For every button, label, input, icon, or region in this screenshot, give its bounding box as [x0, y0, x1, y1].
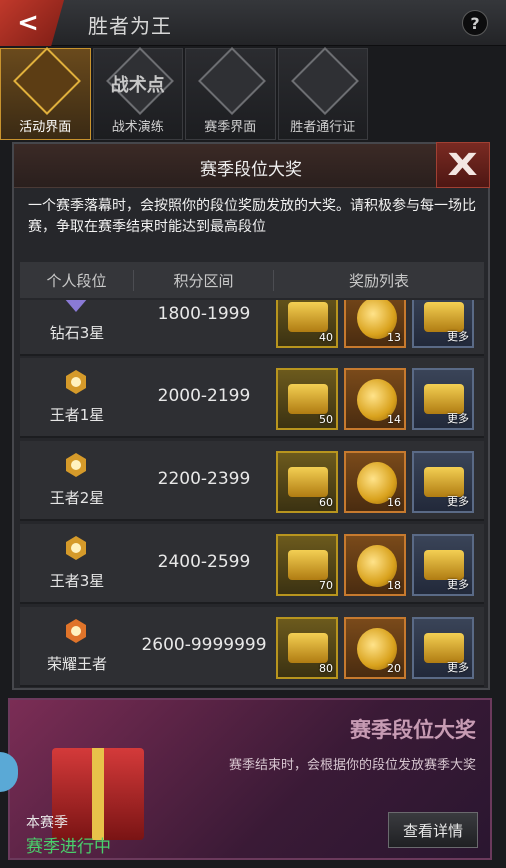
- king-rank-icon: [66, 536, 86, 560]
- king-rank-icon: [66, 370, 86, 394]
- score-range: 1800-1999: [157, 304, 251, 324]
- tab-pass[interactable]: 胜者通行证: [277, 47, 368, 140]
- reward-coin[interactable]: 13: [344, 300, 406, 348]
- reward-count: 60: [319, 496, 333, 509]
- season-label: 本赛季: [26, 815, 68, 831]
- rank-name: 王者2星: [49, 489, 105, 507]
- treasure-chest-icon: [288, 467, 328, 497]
- more-label: 更多: [447, 661, 469, 674]
- dialog-title: 赛季段位大奖: [200, 160, 302, 180]
- reward-count: 18: [387, 579, 401, 592]
- cup-card-emblem-icon: [290, 47, 359, 115]
- reward-coin[interactable]: 14: [344, 368, 406, 430]
- score-range: 2200-2399: [157, 469, 251, 489]
- dialog-description: 一个赛季落幕时，会按照你的段位奖励发放的大奖。请积极参与每一场比赛，争取在赛季结…: [28, 198, 476, 235]
- column-header-score: 积分区间: [134, 269, 274, 291]
- treasure-chest-icon: [288, 633, 328, 663]
- table-row: 王者1星 2000-2199 50 14 更多: [20, 358, 484, 438]
- reward-coin[interactable]: 20: [344, 617, 406, 679]
- reward-more[interactable]: 更多: [412, 617, 474, 679]
- treasure-chest-icon: [288, 384, 328, 414]
- reward-more[interactable]: 更多: [412, 368, 474, 430]
- table-row: 王者2星 2200-2399 60 16 更多: [20, 441, 484, 521]
- help-button[interactable]: ?: [462, 10, 488, 36]
- reward-chest[interactable]: 80: [276, 617, 338, 679]
- rank-name: 荣耀王者: [46, 655, 107, 673]
- banner-description: 赛季结束时，会根据你的段位发放赛季大奖: [228, 758, 476, 773]
- more-label: 更多: [447, 412, 469, 425]
- table-row: 钻石3星 1800-1999 40 13 更多: [20, 300, 484, 356]
- king-rank-icon: [66, 453, 86, 477]
- reward-count: 16: [387, 496, 401, 509]
- tab-activity[interactable]: 活动界面: [0, 47, 91, 140]
- table-row: 王者3星 2400-2599 70 18 更多: [20, 524, 484, 604]
- trophy-emblem-icon: [13, 47, 81, 115]
- glory-king-rank-icon: [66, 619, 86, 643]
- tab-label: 胜者通行证: [290, 120, 356, 135]
- score-range: 2000-2199: [157, 386, 251, 406]
- rank-name: 王者1星: [49, 406, 105, 424]
- reward-chest[interactable]: 70: [276, 534, 338, 596]
- diamond-rank-icon: [65, 300, 87, 312]
- reward-count: 40: [319, 331, 333, 344]
- close-icon: X: [447, 147, 479, 183]
- treasure-chest-icon: [288, 550, 328, 580]
- score-range: 2400-2599: [157, 552, 251, 572]
- tab-label: 战术演练: [111, 120, 164, 135]
- table-row: 荣耀王者 2600-9999999 80 20 更多: [20, 607, 484, 687]
- season-reward-banner: 赛季段位大奖 赛季结束时，会根据你的段位发放赛季大奖 本赛季 赛季进行中 查看详…: [8, 698, 492, 860]
- close-button[interactable]: X: [436, 142, 490, 188]
- rank-name: 钻石3星: [49, 324, 105, 342]
- rank-reward-dialog: 赛季段位大奖 X 一个赛季落幕时，会按照你的段位奖励发放的大奖。请积极参与每一场…: [12, 142, 490, 690]
- more-label: 更多: [447, 330, 469, 343]
- rank-name: 王者3星: [49, 572, 105, 590]
- view-details-button[interactable]: 查看详情: [388, 812, 478, 848]
- back-button[interactable]: <: [0, 0, 64, 46]
- tab-label: 活动界面: [19, 120, 72, 135]
- scroll-emblem-icon: [198, 47, 266, 115]
- reward-chest[interactable]: 50: [276, 368, 338, 430]
- page-title: 胜者为王: [88, 14, 172, 38]
- reward-count: 70: [319, 579, 333, 592]
- reward-count: 50: [319, 413, 333, 426]
- more-label: 更多: [447, 495, 469, 508]
- reward-more[interactable]: 更多: [412, 300, 474, 348]
- tab-tactics[interactable]: 战术点 战术演练: [92, 47, 183, 140]
- tab-bar: 活动界面 战术点 战术演练 赛季界面 胜者通行证: [0, 47, 370, 140]
- column-header-rank: 个人段位: [20, 269, 134, 291]
- reward-chest[interactable]: 60: [276, 451, 338, 513]
- banner-title: 赛季段位大奖: [350, 718, 476, 742]
- reward-count: 14: [387, 413, 401, 426]
- treasure-chest-icon: [288, 302, 328, 332]
- column-header-rewards: 奖励列表: [348, 271, 409, 290]
- more-label: 更多: [447, 578, 469, 591]
- chevron-left-icon: <: [17, 8, 39, 38]
- tab-label: 赛季界面: [204, 120, 257, 135]
- gift-ribbon: [92, 748, 104, 840]
- reward-coin[interactable]: 16: [344, 451, 406, 513]
- table-header: 个人段位 积分区间 奖励列表: [20, 262, 484, 298]
- reward-coin[interactable]: 18: [344, 534, 406, 596]
- reward-count: 13: [387, 331, 401, 344]
- reward-table-body[interactable]: 钻石3星 1800-1999 40 13 更多 王者1星 2000-2199 5…: [20, 300, 484, 688]
- tab-emblem-text: 战术点: [110, 75, 165, 96]
- season-status: 赛季进行中: [26, 837, 111, 857]
- tab-season[interactable]: 赛季界面: [185, 47, 276, 140]
- dialog-header: 赛季段位大奖: [14, 144, 488, 188]
- reward-count: 20: [387, 662, 401, 675]
- reward-more[interactable]: 更多: [412, 534, 474, 596]
- reward-more[interactable]: 更多: [412, 451, 474, 513]
- reward-chest[interactable]: 40: [276, 300, 338, 348]
- reward-count: 80: [319, 662, 333, 675]
- score-range: 2600-9999999: [141, 635, 267, 655]
- top-bar: < 胜者为王 ?: [0, 0, 506, 46]
